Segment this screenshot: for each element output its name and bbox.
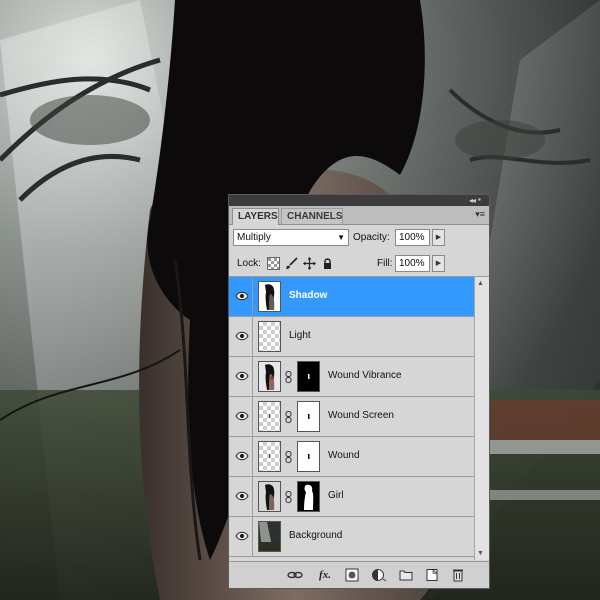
layer-name: Background [289,530,343,541]
move-icon[interactable] [303,257,316,270]
fx-icon[interactable]: fx. [317,568,333,582]
brush-icon[interactable] [285,257,298,270]
layer-thumbnail [258,441,281,472]
eye-icon [235,491,249,501]
eye-icon [235,411,249,421]
lock-transparency-icon[interactable] [267,257,280,270]
lock-label: Lock: [237,258,261,269]
scroll-up-icon[interactable]: ▲ [477,280,484,287]
eye-icon [235,371,249,381]
close-icon[interactable]: ▪ [478,196,486,204]
layer-row-wound[interactable]: Wound [229,437,474,477]
panel-bottom-toolbar: fx. [229,561,489,588]
layer-name: Wound Screen [328,410,394,421]
opacity-slider-button[interactable]: ▶ [432,229,445,246]
chevron-down-icon: ▼ [337,233,345,242]
layer-mask-thumbnail[interactable] [297,441,320,472]
blend-row: Multiply ▼ Opacity: 100% ▶ [229,226,489,250]
layer-thumbnail [258,361,281,392]
panel-tabs: LAYERS CHANNELS ▾≡ [229,206,489,225]
fill-slider-button[interactable]: ▶ [432,255,445,272]
eye-icon [235,291,249,301]
chain-link-icon[interactable] [284,491,293,503]
layer-row-background[interactable]: Background [229,517,474,557]
opacity-label: Opacity: [353,232,390,243]
panel-title-bar[interactable]: ◂◂ ▪ [229,195,489,206]
layer-mask-thumbnail[interactable] [297,361,320,392]
layer-list-scrollbar[interactable]: ▲ ▼ [474,277,489,560]
visibility-toggle[interactable] [231,517,253,556]
layer-thumbnail [258,321,281,352]
eye-icon [235,451,249,461]
visibility-toggle[interactable] [231,437,253,476]
eye-icon [235,531,249,541]
link-layers-icon[interactable] [287,568,303,582]
add-mask-icon[interactable] [345,568,359,582]
visibility-toggle[interactable] [231,477,253,516]
layer-thumbnail [258,281,281,312]
lock-icon[interactable] [321,257,334,270]
chain-link-icon[interactable] [284,371,293,383]
layer-row-wound-vibrance[interactable]: Wound Vibrance [229,357,474,397]
new-layer-icon[interactable] [425,568,439,582]
layer-name: Wound Vibrance [328,370,402,381]
blend-mode-value: Multiply [237,232,271,243]
eye-icon [235,331,249,341]
panel-menu-icon[interactable]: ▾≡ [475,209,485,220]
double-chevron-right-icon[interactable]: ◂◂ [469,196,476,205]
layer-mask-thumbnail[interactable] [297,401,320,432]
layer-thumbnail [258,401,281,432]
tab-channels[interactable]: CHANNELS [281,208,343,224]
new-group-icon[interactable] [399,568,413,582]
trash-icon[interactable] [451,568,465,582]
fill-label: Fill: [377,258,393,269]
blend-mode-select[interactable]: Multiply ▼ [233,229,349,246]
layer-thumbnail [258,521,281,552]
fill-input[interactable]: 100% [395,255,430,272]
layer-name: Light [289,330,311,341]
layer-list: Shadow Light Wound Vibrance Wound Screen… [229,277,474,560]
layers-panel: ◂◂ ▪ LAYERS CHANNELS ▾≡ Multiply ▼ Opaci… [228,194,490,589]
layer-row-light[interactable]: Light [229,317,474,357]
visibility-toggle[interactable] [231,357,253,396]
chain-link-icon[interactable] [284,451,293,463]
visibility-toggle[interactable] [231,277,253,316]
layer-thumbnail [258,481,281,512]
opacity-input[interactable]: 100% [395,229,430,246]
layer-row-girl[interactable]: Girl [229,477,474,517]
layer-row-wound-screen[interactable]: Wound Screen [229,397,474,437]
layer-mask-thumbnail[interactable] [297,481,320,512]
tab-layers[interactable]: LAYERS [232,208,279,225]
chain-link-icon[interactable] [284,411,293,423]
adjustment-layer-icon[interactable] [371,568,387,582]
visibility-toggle[interactable] [231,397,253,436]
layer-name: Shadow [289,290,328,301]
layer-row-shadow[interactable]: Shadow [229,277,474,317]
lock-row: Lock: Fill: 100% ▶ [229,252,489,277]
visibility-toggle[interactable] [231,317,253,356]
scroll-down-icon[interactable]: ▼ [477,550,484,557]
layer-name: Wound [328,450,360,461]
layer-name: Girl [328,490,344,501]
